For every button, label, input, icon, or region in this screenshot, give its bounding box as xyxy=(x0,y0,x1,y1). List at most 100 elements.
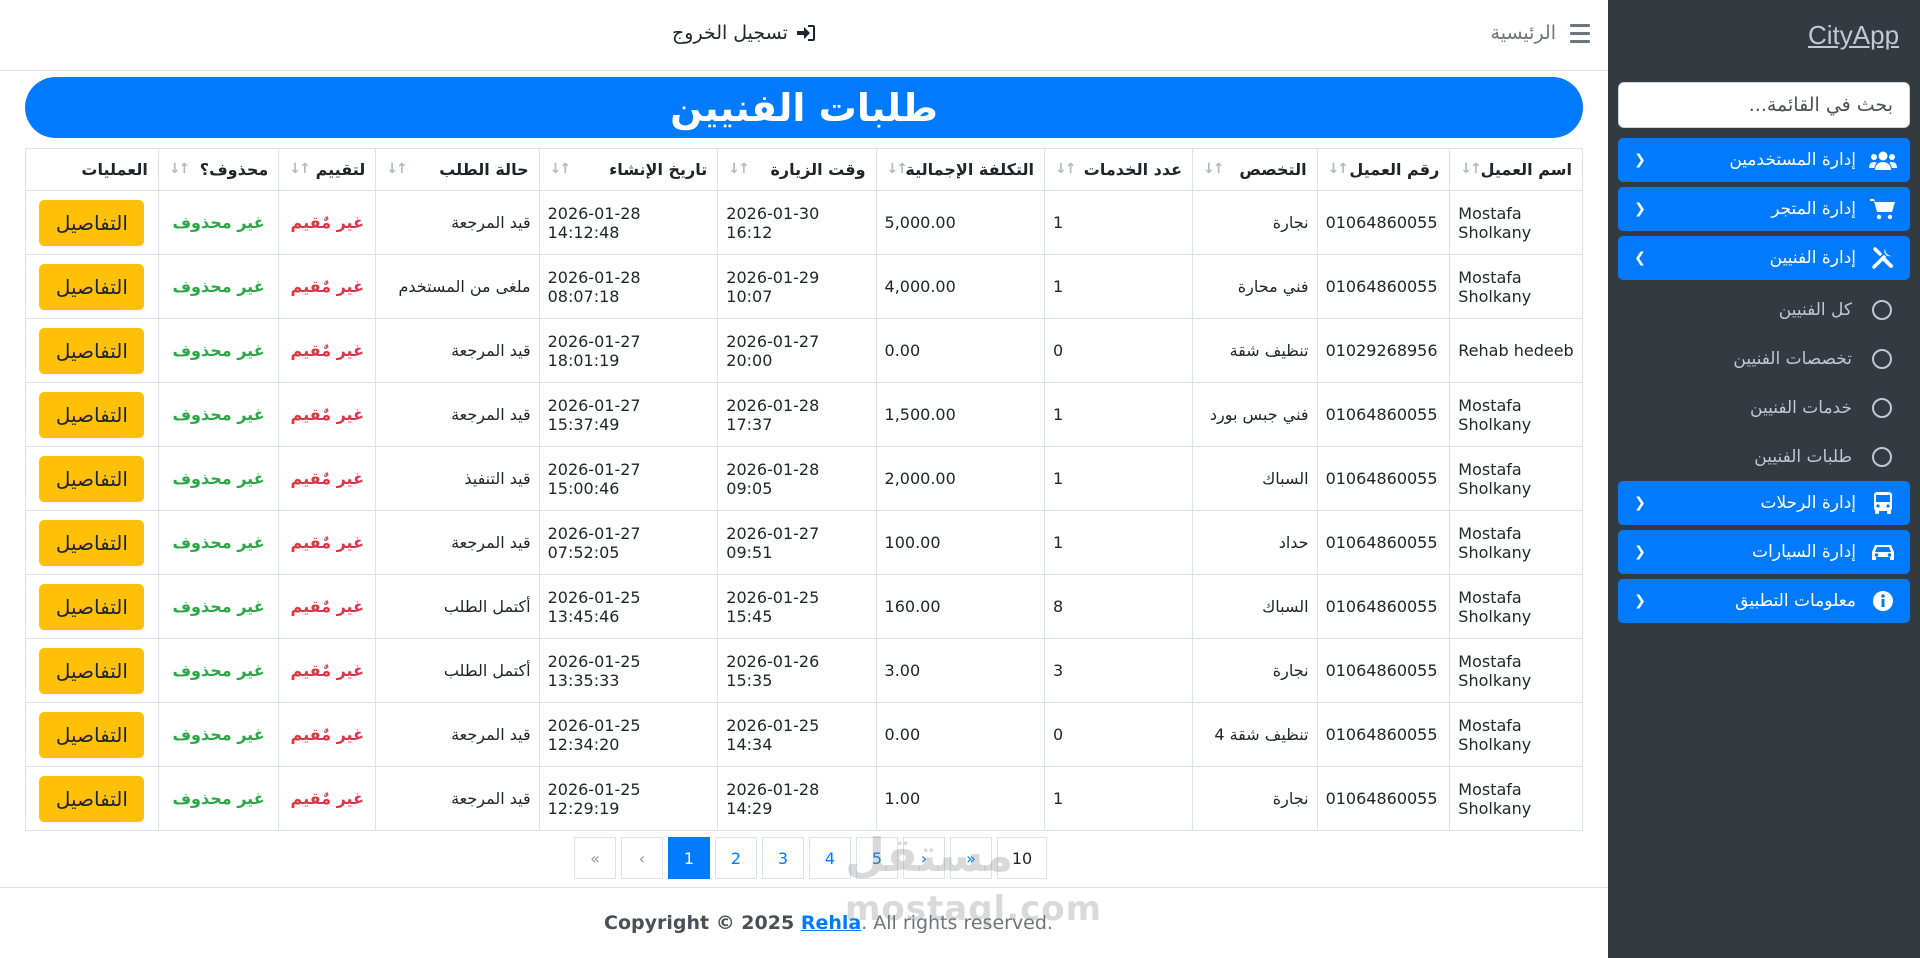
brand-link[interactable]: CityApp xyxy=(1808,20,1899,51)
page-first-button[interactable]: « xyxy=(574,837,616,879)
details-button[interactable]: التفاصيل xyxy=(39,711,145,758)
sort-icon: ↑↓ xyxy=(886,161,909,177)
details-button[interactable]: التفاصيل xyxy=(39,519,145,566)
logout-label: تسجيل الخروج xyxy=(672,22,788,44)
service-count-cell: 0 xyxy=(1043,318,1194,383)
table-header-row: اسم العميل ↑↓ رقم العميل ↑↓ التخصص ↑↓ عدد الخد… xyxy=(25,148,1583,191)
col-customer-name-header[interactable]: اسم العميل ↑↓ xyxy=(1449,148,1583,191)
rating-cell: غير مٌقيم xyxy=(278,510,377,575)
sidebar-item-trips[interactable]: إدارة الرحلات ❮ xyxy=(1618,481,1910,525)
customer-name-cell: Rehab hedeeb xyxy=(1449,318,1583,383)
table-row: Mostafa Sholkany 01064860055 السباك 1 2,000.… xyxy=(25,446,1583,511)
page-prev-button[interactable]: ‹ xyxy=(621,837,663,879)
created-date-cell: 2026-01-27 18:01:19 xyxy=(538,318,719,383)
col-created-date-header[interactable]: تاريخ الإنشاء ↑↓ xyxy=(538,148,719,191)
table-row: Rehab hedeeb 01029268956 تنظيف شقة 0 0.00 202… xyxy=(25,318,1583,383)
rating-cell: غير مٌقيم xyxy=(278,446,377,511)
details-button[interactable]: التفاصيل xyxy=(39,391,145,438)
sidebar-search-input[interactable] xyxy=(1635,94,1893,116)
visit-time-cell: 2026-01-27 20:00 xyxy=(717,318,877,383)
col-total-cost-header[interactable]: التكلفة الإجمالية ↑↓ xyxy=(875,148,1045,191)
actions-cell: التفاصيل xyxy=(25,318,159,383)
details-button[interactable]: التفاصيل xyxy=(39,263,145,310)
col-rating-header[interactable]: لتقييم ↑↓ xyxy=(278,148,377,191)
specialty-cell: السباك xyxy=(1192,446,1318,511)
table-body: Mostafa Sholkany 01064860055 نجارة 1 5,000.0… xyxy=(25,190,1583,831)
page-1-button[interactable]: 1 xyxy=(668,837,710,879)
top-navbar: الرئيسية تسجيل الخروج xyxy=(0,0,1608,71)
details-button[interactable]: التفاصيل xyxy=(39,775,145,822)
rating-cell: غير مٌقيم xyxy=(278,254,377,319)
customer-phone-cell: 01064860055 xyxy=(1316,766,1451,831)
chevron-left-icon: ❮ xyxy=(1634,152,1646,168)
sidebar-item-app-info[interactable]: معلومات التطبيق ❮ xyxy=(1618,579,1910,623)
sidebar-subitem-specialties[interactable]: تخصصات الفنيين xyxy=(1618,334,1910,383)
sidebar-search xyxy=(1618,82,1910,128)
sidebar-item-technicians[interactable]: إدارة الفنيين ❯ xyxy=(1618,236,1910,280)
specialty-cell: تنظيف شقة xyxy=(1192,318,1318,383)
logout-link[interactable]: تسجيل الخروج xyxy=(672,22,816,44)
specialty-cell: فني جبس بورد xyxy=(1192,382,1318,447)
col-specialty-header[interactable]: التخصص ↑↓ xyxy=(1192,148,1318,191)
sidebar-item-cars[interactable]: إدارة السيارات ❮ xyxy=(1618,530,1910,574)
sidebar-subitem-requests[interactable]: طلبات الفنيين xyxy=(1618,432,1910,481)
visit-time-cell: 2026-01-27 09:51 xyxy=(717,510,877,575)
customer-phone-cell: 01064860055 xyxy=(1316,446,1451,511)
chevron-left-icon: ❮ xyxy=(1634,544,1646,560)
bus-icon xyxy=(1868,490,1898,516)
sidebar-subitem-all-technicians[interactable]: كل الفنيين xyxy=(1618,285,1910,334)
details-button[interactable]: التفاصيل xyxy=(39,647,145,694)
sidebar-item-store[interactable]: إدارة المتجر ❮ xyxy=(1618,187,1910,231)
col-visit-time-header[interactable]: وقت الزيارة ↑↓ xyxy=(717,148,877,191)
total-cost-cell: 160.00 xyxy=(875,574,1045,639)
sidebar-menu: إدارة المستخدمين ❮ إدارة المتجر ❮ إدارة … xyxy=(1618,138,1910,623)
sort-icon: ↑↓ xyxy=(1203,161,1225,177)
status-cell: أكتمل الطلب xyxy=(375,574,540,639)
details-button[interactable]: التفاصيل xyxy=(39,199,145,246)
customer-name-cell: Mostafa Sholkany xyxy=(1449,766,1583,831)
col-service-count-header[interactable]: عدد الخدمات ↑↓ xyxy=(1043,148,1194,191)
specialty-cell: نجارة xyxy=(1192,190,1318,255)
actions-cell: التفاصيل xyxy=(25,510,159,575)
col-customer-phone-header[interactable]: رقم العميل ↑↓ xyxy=(1316,148,1451,191)
service-count-cell: 8 xyxy=(1043,574,1194,639)
details-button[interactable]: التفاصيل xyxy=(39,583,145,630)
sort-icon: ↑↓ xyxy=(728,161,750,177)
rating-cell: غير مٌقيم xyxy=(278,574,377,639)
details-button[interactable]: التفاصيل xyxy=(39,455,145,502)
status-cell: قيد التنفيذ xyxy=(375,446,540,511)
deleted-cell: غير محذوف xyxy=(157,702,280,767)
sidebar-item-label: إدارة الفنيين xyxy=(1769,248,1856,268)
col-deleted-header[interactable]: محذوف؟ ↑↓ xyxy=(157,148,280,191)
page-3-button[interactable]: 3 xyxy=(762,837,804,879)
visit-time-cell: 2026-01-25 15:45 xyxy=(717,574,877,639)
actions-cell: التفاصيل xyxy=(25,382,159,447)
sidebar-item-label: إدارة السيارات xyxy=(1752,542,1856,562)
details-button[interactable]: التفاصيل xyxy=(39,327,145,374)
car-icon xyxy=(1868,539,1898,565)
deleted-cell: غير محذوف xyxy=(157,382,280,447)
total-cost-cell: 4,000.00 xyxy=(875,254,1045,319)
home-link[interactable]: الرئيسية xyxy=(1491,22,1556,44)
table-row: Mostafa Sholkany 01064860055 فني محارة 1 4,0… xyxy=(25,254,1583,319)
rating-cell: غير مٌقيم xyxy=(278,318,377,383)
hamburger-icon[interactable] xyxy=(1570,24,1590,44)
total-cost-cell: 100.00 xyxy=(875,510,1045,575)
page-2-button[interactable]: 2 xyxy=(715,837,757,879)
service-count-cell: 1 xyxy=(1043,254,1194,319)
col-actions-header: العمليات xyxy=(25,148,159,191)
total-cost-cell: 1,500.00 xyxy=(875,382,1045,447)
deleted-cell: غير محذوف xyxy=(157,638,280,703)
actions-cell: التفاصيل xyxy=(25,254,159,319)
created-date-cell: 2026-01-25 13:45:46 xyxy=(538,574,719,639)
total-cost-cell: 0.00 xyxy=(875,318,1045,383)
sidebar-subitem-services[interactable]: خدمات الفنيين xyxy=(1618,383,1910,432)
col-status-header[interactable]: حالة الطلب ↑↓ xyxy=(375,148,540,191)
status-cell: ملغى من المستخدم xyxy=(375,254,540,319)
service-count-cell: 1 xyxy=(1043,446,1194,511)
total-cost-cell: 1.00 xyxy=(875,766,1045,831)
sort-icon: ↑↓ xyxy=(1460,161,1482,177)
cart-icon xyxy=(1868,196,1898,222)
status-cell: قيد المرجعة xyxy=(375,702,540,767)
sidebar-item-users[interactable]: إدارة المستخدمين ❮ xyxy=(1618,138,1910,182)
